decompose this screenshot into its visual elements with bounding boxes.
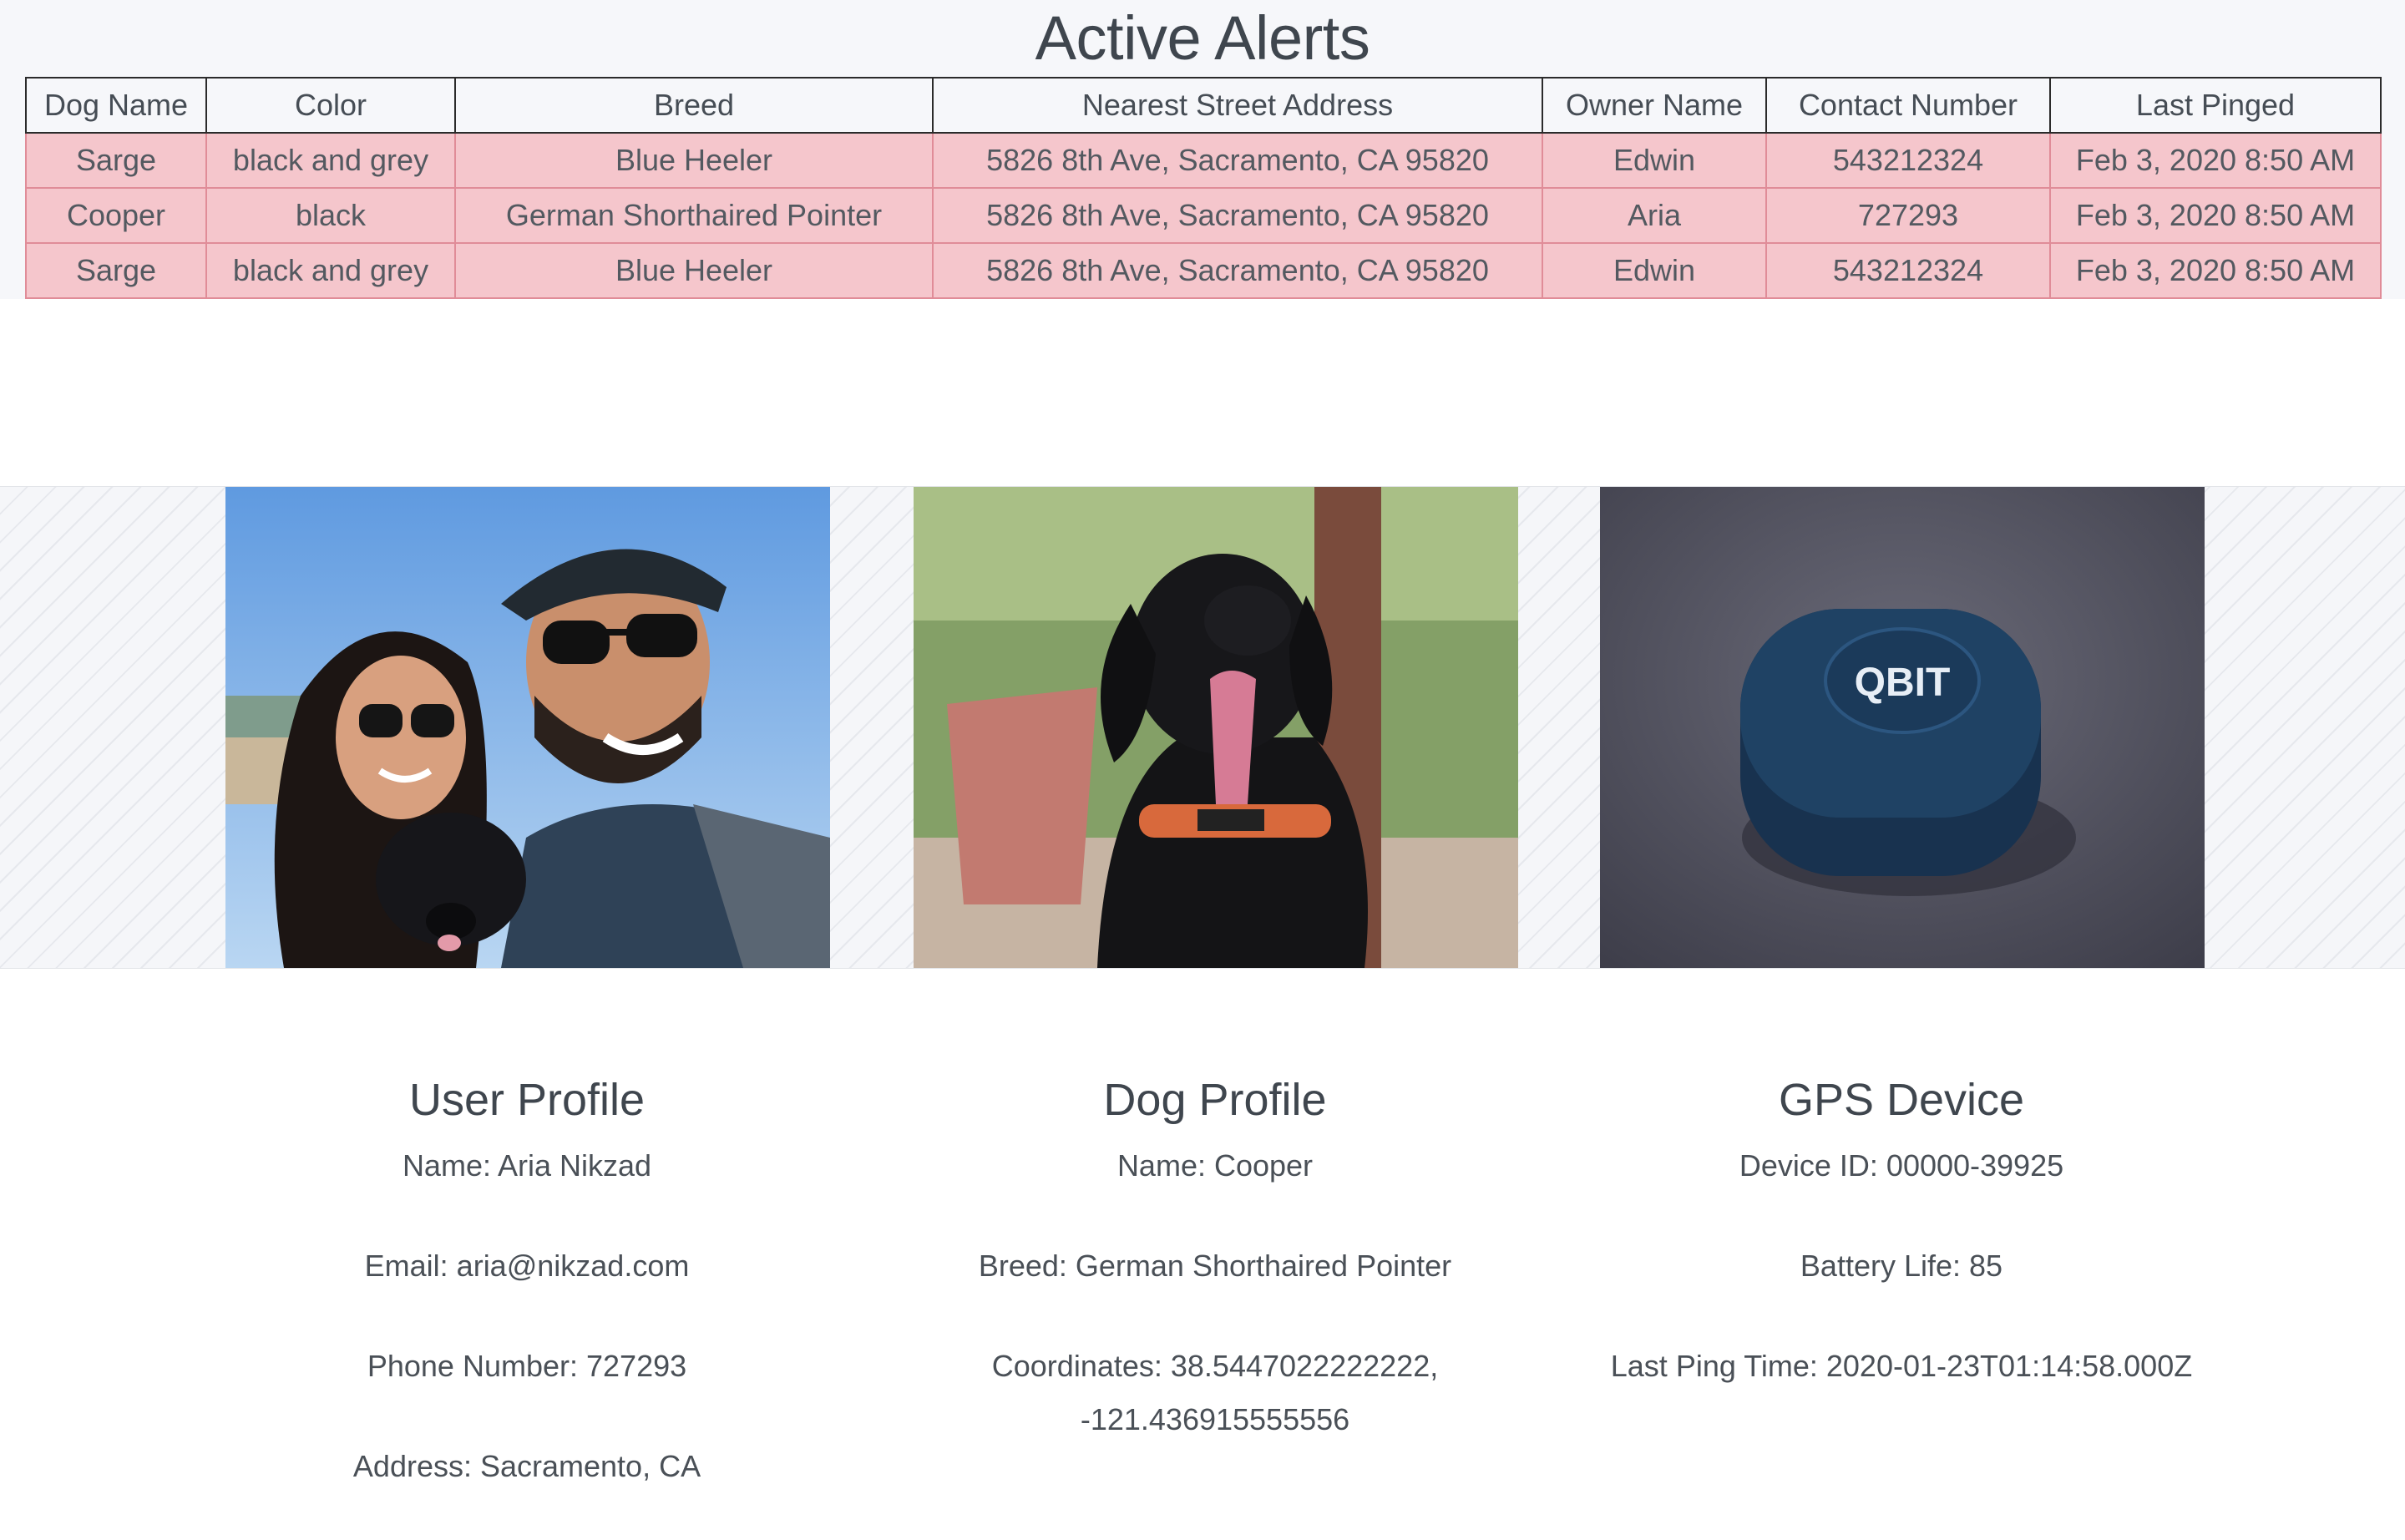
column-header-color[interactable]: Color (205, 77, 456, 134)
photo-gallery: QBIT (0, 486, 2405, 969)
cell-address: 5826 8th Ave, Sacramento, CA 95820 (932, 242, 1543, 299)
user-profile-card: User Profile Name: Aria Nikzad Email: ar… (183, 1061, 871, 1540)
alerts-section: Active Alerts Dog Name Color Breed Neare… (0, 0, 2405, 299)
user-name: Name: Aria Nikzad (402, 1148, 652, 1183)
column-header-dog-name[interactable]: Dog Name (25, 77, 207, 134)
gps-device-photo: QBIT (1600, 487, 2205, 968)
dog-name: Name: Cooper (1116, 1148, 1314, 1183)
column-header-breed[interactable]: Breed (454, 77, 934, 134)
dog-profile-heading: Dog Profile (1103, 1075, 1327, 1125)
cell-owner-name: Edwin (1542, 242, 1767, 299)
cell-breed: Blue Heeler (454, 132, 934, 189)
cell-color: black and grey (205, 242, 456, 299)
battery-life: Battery Life: 85 (1800, 1249, 2003, 1283)
cell-last-pinged: Feb 3, 2020 8:50 AM (2049, 187, 2382, 244)
dog-breed: Breed: German Shorthaired Pointer (978, 1249, 1452, 1283)
gps-device-card: GPS Device Device ID: 00000-39925 Batter… (1557, 1061, 2246, 1440)
user-profile-heading: User Profile (408, 1075, 646, 1125)
cell-contact-number: 543212324 (1765, 132, 2051, 189)
dog-coordinates: Coordinates: 38.5447022222222, -121.4369… (991, 1349, 1439, 1436)
cell-dog-name: Sarge (25, 132, 207, 189)
cell-last-pinged: Feb 3, 2020 8:50 AM (2049, 242, 2382, 299)
column-header-owner-name[interactable]: Owner Name (1542, 77, 1767, 134)
cell-address: 5826 8th Ave, Sacramento, CA 95820 (932, 132, 1543, 189)
page-title: Active Alerts (1035, 3, 1370, 73)
cell-contact-number: 543212324 (1765, 242, 2051, 299)
table-header-row: Dog Name Color Breed Nearest Street Addr… (25, 77, 2382, 134)
dog-profile-card: Dog Profile Name: Cooper Breed: German S… (871, 1061, 1559, 1493)
gps-device-heading: GPS Device (1778, 1075, 2025, 1125)
cell-last-pinged: Feb 3, 2020 8:50 AM (2049, 132, 2382, 189)
alerts-table: Dog Name Color Breed Nearest Street Addr… (25, 77, 2382, 299)
user-photo (225, 487, 830, 968)
user-email: Email: aria@nikzad.com (364, 1249, 690, 1283)
cell-owner-name: Aria (1542, 187, 1767, 244)
table-row[interactable]: Sarge black and grey Blue Heeler 5826 8t… (25, 242, 2382, 299)
column-header-contact-number[interactable]: Contact Number (1765, 77, 2051, 134)
device-id: Device ID: 00000-39925 (1739, 1148, 2064, 1183)
column-header-address[interactable]: Nearest Street Address (932, 77, 1543, 134)
cell-dog-name: Sarge (25, 242, 207, 299)
column-header-last-pinged[interactable]: Last Pinged (2049, 77, 2382, 134)
user-address: Address: Sacramento, CA (352, 1449, 701, 1483)
cell-contact-number: 727293 (1765, 187, 2051, 244)
table-row[interactable]: Sarge black and grey Blue Heeler 5826 8t… (25, 132, 2382, 189)
cell-color: black and grey (205, 132, 456, 189)
cell-breed: Blue Heeler (454, 242, 934, 299)
cell-dog-name: Cooper (25, 187, 207, 244)
cell-color: black (205, 187, 456, 244)
cell-breed: German Shorthaired Pointer (454, 187, 934, 244)
last-ping-time: Last Ping Time: 2020-01-23T01:14:58.000Z (1610, 1349, 2193, 1383)
dog-photo (914, 487, 1518, 968)
device-logo-text: QBIT (1855, 661, 1951, 705)
cell-owner-name: Edwin (1542, 132, 1767, 189)
user-phone: Phone Number: 727293 (367, 1349, 687, 1383)
table-row[interactable]: Cooper black German Shorthaired Pointer … (25, 187, 2382, 244)
cell-address: 5826 8th Ave, Sacramento, CA 95820 (932, 187, 1543, 244)
